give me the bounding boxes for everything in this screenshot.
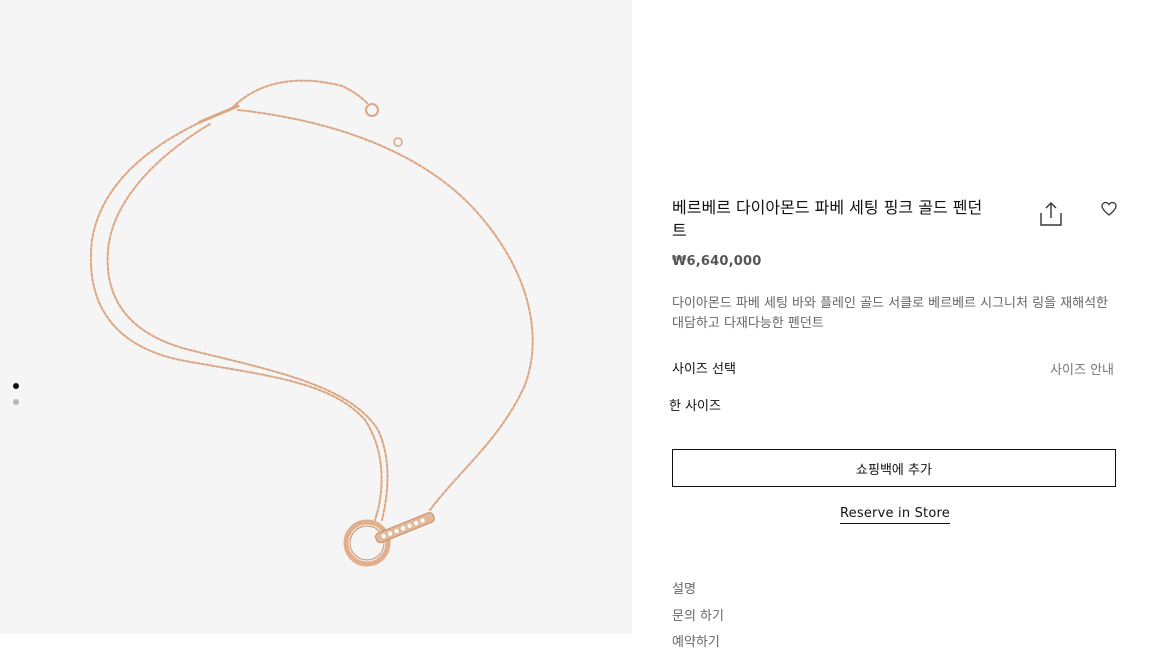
accordion-description[interactable]: 설명 [672, 578, 696, 597]
product-description: 다이아몬드 파베 세팅 바와 플레인 골드 서클로 베르베르 시그니처 링을 재… [672, 296, 1109, 331]
product-info-panel: 베르베르 다이아몬드 파베 세팅 핑크 골드 펜던트 ₩6,640,000 다이… [669, 0, 1118, 650]
gallery-pagination [13, 383, 19, 415]
necklace-image [89, 79, 534, 567]
reserve-in-store-link[interactable]: Reserve in Store [840, 506, 950, 524]
size-guide-link[interactable]: 사이즈 안내 [1050, 359, 1114, 378]
reserve-in-store: Reserve in Store [672, 502, 1118, 524]
share-icon[interactable] [1038, 200, 1064, 228]
gallery-dot-2[interactable] [13, 399, 19, 405]
heart-icon[interactable] [1100, 200, 1118, 218]
product-title: 베르베르 다이아몬드 파베 세팅 핑크 골드 펜던트 [672, 198, 983, 240]
accordion-reservation[interactable]: 예약하기 [672, 631, 720, 650]
product-gallery [0, 0, 632, 634]
product-price: ₩6,640,000 [672, 254, 762, 269]
add-to-bag-button[interactable]: 쇼핑백에 추가 [672, 449, 1116, 487]
size-select-label: 사이즈 선택 [672, 362, 736, 377]
size-option[interactable]: 한 사이즈 [669, 395, 721, 414]
gallery-dot-1[interactable] [13, 383, 19, 389]
accordion-inquiry[interactable]: 문의 하기 [672, 605, 724, 624]
